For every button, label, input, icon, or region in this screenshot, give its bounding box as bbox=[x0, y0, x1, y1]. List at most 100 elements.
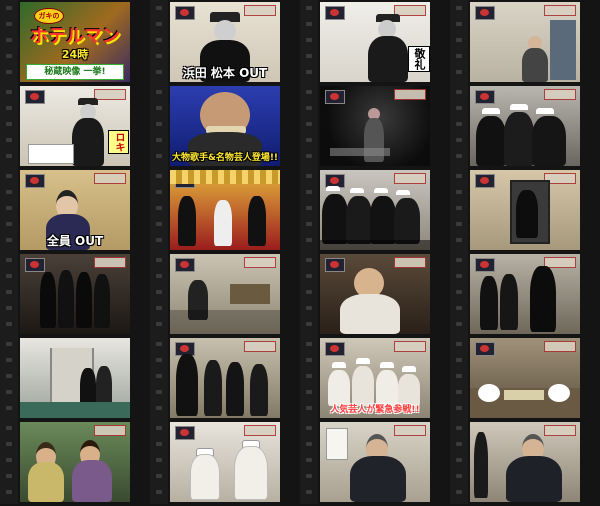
program-logo-icon bbox=[544, 341, 576, 352]
thumbnail-contact-sheet: ガキの ホテルマン 24時 秘蔵映像 一挙! 浜田 松本 OUT 敬礼 ロキ 大… bbox=[0, 0, 600, 506]
frame-image bbox=[20, 254, 130, 334]
frame-image bbox=[170, 254, 280, 334]
channel-logo-icon bbox=[475, 90, 495, 104]
title-main: ホテルマン bbox=[30, 26, 120, 47]
film-strip-left bbox=[150, 84, 168, 168]
frame-7[interactable] bbox=[300, 84, 450, 168]
frame-13[interactable] bbox=[0, 252, 150, 336]
frame-image bbox=[320, 170, 430, 250]
frame-caption: 全員 OUT bbox=[46, 234, 104, 248]
channel-logo-icon bbox=[325, 6, 345, 20]
program-logo-icon bbox=[544, 425, 576, 436]
frame-image: ロキ bbox=[20, 86, 130, 166]
film-strip-left bbox=[450, 420, 468, 504]
channel-logo-icon bbox=[175, 6, 195, 20]
frame-18[interactable] bbox=[150, 336, 300, 420]
film-strip-left bbox=[450, 84, 468, 168]
film-strip-left bbox=[150, 168, 168, 252]
channel-logo-icon bbox=[175, 426, 195, 440]
frame-23[interactable] bbox=[300, 420, 450, 504]
frame-20[interactable] bbox=[450, 336, 600, 420]
film-strip-left bbox=[150, 0, 168, 84]
channel-logo-icon bbox=[25, 258, 45, 272]
frame-image: 大物歌手&名物芸人登場!! bbox=[170, 86, 280, 166]
channel-logo-icon bbox=[325, 258, 345, 272]
frame-16[interactable] bbox=[450, 252, 600, 336]
frame-image bbox=[470, 170, 580, 250]
frame-14[interactable] bbox=[150, 252, 300, 336]
film-strip-left bbox=[450, 168, 468, 252]
frame-image bbox=[470, 422, 580, 502]
frame-image: 浜田 松本 OUT bbox=[170, 2, 280, 82]
film-strip-left bbox=[450, 252, 468, 336]
channel-logo-icon bbox=[175, 258, 195, 272]
film-strip-left bbox=[150, 420, 168, 504]
frame-6[interactable]: 大物歌手&名物芸人登場!! bbox=[150, 84, 300, 168]
film-strip-left bbox=[450, 0, 468, 84]
frame-image bbox=[470, 254, 580, 334]
frame-22[interactable] bbox=[150, 420, 300, 504]
frame-image bbox=[320, 254, 430, 334]
frame-12[interactable] bbox=[450, 168, 600, 252]
channel-logo-icon bbox=[325, 90, 345, 104]
frame-caption: 人気芸人が緊急参戦!! bbox=[330, 405, 420, 415]
frame-2[interactable]: 浜田 松本 OUT bbox=[150, 0, 300, 84]
frame-21[interactable] bbox=[0, 420, 150, 504]
film-strip-left bbox=[300, 168, 318, 252]
program-logo-icon bbox=[394, 89, 426, 100]
film-strip-left bbox=[0, 84, 18, 168]
film-strip-left bbox=[300, 252, 318, 336]
frame-image bbox=[320, 422, 430, 502]
frame-3[interactable]: 敬礼 bbox=[300, 0, 450, 84]
frame-image bbox=[20, 338, 130, 418]
channel-logo-icon bbox=[25, 174, 45, 188]
program-logo-icon bbox=[544, 89, 576, 100]
frame-label: ロキ bbox=[108, 130, 129, 154]
film-strip-left bbox=[150, 336, 168, 420]
film-strip-left bbox=[300, 420, 318, 504]
frame-image bbox=[170, 422, 280, 502]
frame-9[interactable]: 全員 OUT bbox=[0, 168, 150, 252]
frame-image: ガキの ホテルマン 24時 秘蔵映像 一挙! bbox=[20, 2, 130, 82]
frame-image bbox=[170, 338, 280, 418]
program-logo-icon bbox=[244, 341, 276, 352]
film-strip-left bbox=[150, 252, 168, 336]
frame-1[interactable]: ガキの ホテルマン 24時 秘蔵映像 一挙! bbox=[0, 0, 150, 84]
film-strip-left bbox=[0, 336, 18, 420]
program-logo-icon bbox=[244, 257, 276, 268]
frame-11[interactable] bbox=[300, 168, 450, 252]
frame-17[interactable] bbox=[0, 336, 150, 420]
film-strip-left bbox=[0, 168, 18, 252]
program-logo-icon bbox=[244, 5, 276, 16]
frame-4[interactable] bbox=[450, 0, 600, 84]
film-strip-left bbox=[0, 0, 18, 84]
channel-logo-icon bbox=[475, 258, 495, 272]
frame-label: 敬礼 bbox=[408, 46, 430, 72]
frame-image bbox=[470, 86, 580, 166]
frame-24[interactable] bbox=[450, 420, 600, 504]
film-strip-left bbox=[0, 252, 18, 336]
frame-10[interactable] bbox=[150, 168, 300, 252]
program-logo-icon bbox=[394, 425, 426, 436]
frame-5[interactable]: ロキ bbox=[0, 84, 150, 168]
frame-8[interactable] bbox=[450, 84, 600, 168]
program-logo-icon bbox=[544, 5, 576, 16]
title-banner: 秘蔵映像 一挙! bbox=[26, 64, 124, 80]
film-strip-left bbox=[0, 420, 18, 504]
program-logo-icon bbox=[394, 173, 426, 184]
channel-logo-icon bbox=[475, 342, 495, 356]
program-logo-icon bbox=[394, 257, 426, 268]
frame-image: 全員 OUT bbox=[20, 170, 130, 250]
film-strip-left bbox=[300, 0, 318, 84]
frame-19[interactable]: 人気芸人が緊急参戦!! bbox=[300, 336, 450, 420]
channel-logo-icon bbox=[25, 90, 45, 104]
frame-image bbox=[320, 86, 430, 166]
channel-logo-icon bbox=[475, 6, 495, 20]
program-logo-icon bbox=[94, 425, 126, 436]
film-strip-left bbox=[450, 336, 468, 420]
frame-image: 敬礼 bbox=[320, 2, 430, 82]
channel-logo-icon bbox=[325, 342, 345, 356]
channel-logo-icon bbox=[475, 174, 495, 188]
title-sub: 24時 bbox=[61, 48, 89, 61]
frame-15[interactable] bbox=[300, 252, 450, 336]
